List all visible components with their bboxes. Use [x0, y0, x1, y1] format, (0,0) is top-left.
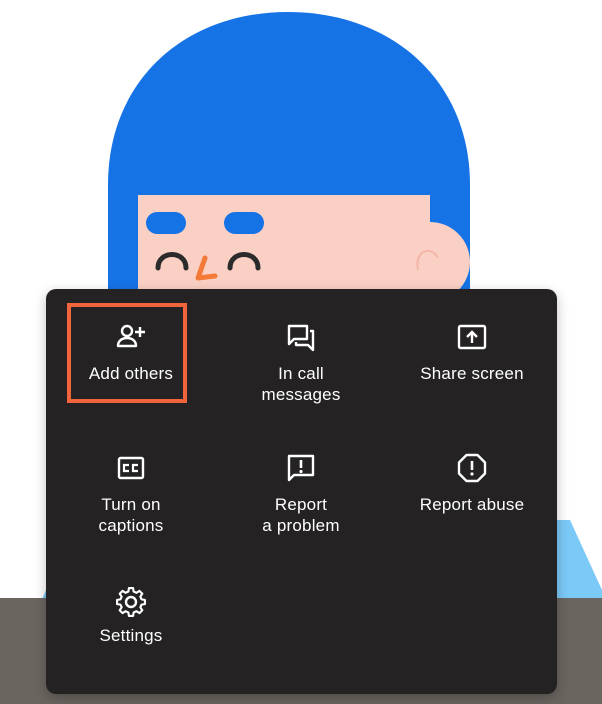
- turn-on-captions-label: Turn on captions: [98, 495, 164, 535]
- settings-label: Settings: [99, 626, 163, 645]
- gear-icon: [115, 586, 147, 617]
- present-screen-icon: [457, 324, 487, 350]
- add-others-label: Add others: [88, 364, 174, 383]
- person-add-icon: [116, 324, 145, 348]
- call-options-menu: Add others In call messages Share screen…: [46, 289, 557, 694]
- share-screen-button[interactable]: Share screen: [387, 319, 557, 384]
- in-call-messages-label: In call messages: [261, 364, 341, 404]
- cheek-right: [224, 212, 264, 234]
- cheek-left: [146, 212, 186, 234]
- in-call-messages-button[interactable]: In call messages: [216, 319, 386, 405]
- report-abuse-label: Report abuse: [419, 495, 525, 514]
- share-screen-label: Share screen: [420, 364, 524, 383]
- turn-on-captions-button[interactable]: Turn on captions: [46, 450, 216, 536]
- report-icon: [457, 453, 487, 483]
- feedback-icon: [287, 454, 315, 482]
- report-a-problem-button[interactable]: Report a problem: [216, 450, 386, 536]
- add-others-button[interactable]: Add others: [46, 319, 216, 384]
- chat-icon: [287, 324, 315, 352]
- report-a-problem-label: Report a problem: [262, 495, 340, 535]
- settings-button[interactable]: Settings: [46, 581, 216, 646]
- closed-captions-icon: [117, 456, 145, 480]
- report-abuse-button[interactable]: Report abuse: [387, 450, 557, 515]
